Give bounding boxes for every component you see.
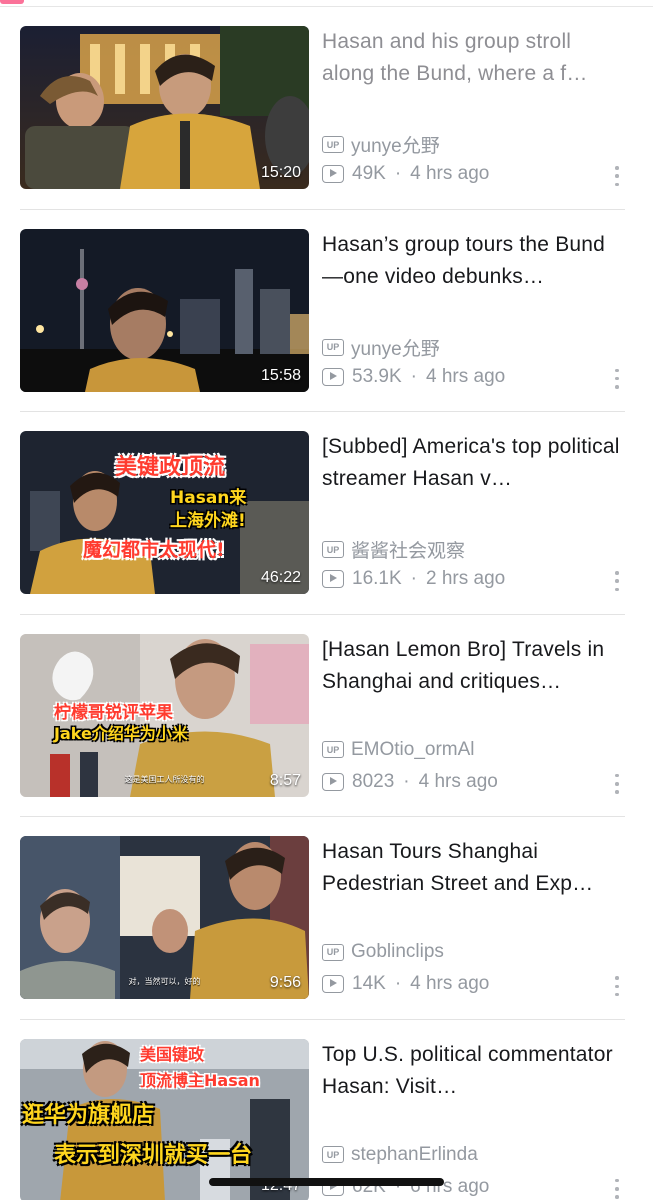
video-info[interactable]: Top U.S. political commentator Hasan: Vi… <box>322 1039 625 1200</box>
video-info[interactable]: [Subbed] America's top political streame… <box>322 431 625 594</box>
uploader-name: yunye允野 <box>351 338 440 360</box>
stats-row: 14K · 4 hrs ago <box>322 973 489 995</box>
video-thumbnail[interactable]: 柠檬哥锐评苹果 Jake介绍华为小米 这是美国工人所没有的 8:57 <box>20 633 309 797</box>
video-card[interactable]: 美键政顶流 Hasan来 上海外滩! 魔幻都市太现代! 46:22 [Subbe… <box>20 412 625 615</box>
uploader-row[interactable]: UP yunye允野 <box>322 131 440 158</box>
play-count-icon <box>322 975 344 994</box>
thumbnail-caption: 表示到深圳就买一台 <box>54 1142 253 1168</box>
uploader-row[interactable]: UP stephanErlinda <box>322 1144 478 1166</box>
video-duration: 8:57 <box>269 771 301 789</box>
view-count: 16.1K <box>352 568 402 590</box>
video-thumbnail[interactable]: 15:20 <box>20 26 309 189</box>
thumbnail-caption: 美国键政 <box>140 1044 205 1064</box>
thumbnail-caption: 逛华为旗舰店 <box>22 1102 155 1128</box>
view-count: 49K <box>352 163 386 184</box>
uploader-row[interactable]: UP yunye允野 <box>322 334 440 361</box>
video-title[interactable]: [Hasan Lemon Bro] Travels in Shanghai an… <box>322 634 625 698</box>
up-icon: UP <box>322 741 344 759</box>
video-duration: 15:20 <box>260 164 301 181</box>
video-thumbnail[interactable]: 对，当然可以，好的 9:56 <box>20 836 309 1000</box>
more-options-icon[interactable] <box>613 368 621 389</box>
separator-dot: · <box>410 365 417 387</box>
up-icon: UP <box>322 136 344 153</box>
uploader-name: Goblinclips <box>351 941 444 963</box>
uploader-row[interactable]: UP EMOtio_ormAl <box>322 739 475 761</box>
top-tab-strip <box>0 0 653 7</box>
video-duration: 15:58 <box>260 366 301 384</box>
video-thumbnail[interactable]: 15:58 <box>20 228 309 392</box>
video-thumbnail[interactable]: 美国键政 顶流博主Hasan 逛华为旗舰店 表示到深圳就买一台 12:47 <box>20 1038 309 1200</box>
more-options-icon[interactable] <box>613 976 621 997</box>
upload-time: 4 hrs ago <box>425 365 506 387</box>
stats-row: 16.1K · 2 hrs ago <box>322 568 505 590</box>
thumbnail-caption: 顶流博主Hasan <box>140 1070 260 1090</box>
upload-time: 4 hrs ago <box>410 973 490 995</box>
thumbnail-caption: 美键政顶流 <box>115 455 226 481</box>
video-title[interactable]: Top U.S. political commentator Hasan: Vi… <box>322 1039 625 1103</box>
video-card[interactable]: 美国键政 顶流博主Hasan 逛华为旗舰店 表示到深圳就买一台 12:47 To… <box>20 1020 625 1200</box>
thumbnail-subtitle: 这是美国工人所没有的 <box>124 774 205 784</box>
video-thumbnail[interactable]: 美键政顶流 Hasan来 上海外滩! 魔幻都市太现代! 46:22 <box>20 431 309 595</box>
upload-time: 4 hrs ago <box>410 163 490 184</box>
video-feed[interactable]: 15:20 Hasan and his group stroll along t… <box>0 7 653 1200</box>
separator-dot: · <box>410 568 417 590</box>
more-options-icon[interactable] <box>613 571 621 592</box>
uploader-name: stephanErlinda <box>351 1143 478 1165</box>
up-icon: UP <box>322 541 344 559</box>
video-info[interactable]: Hasan’s group tours the Bund—one video d… <box>322 229 625 392</box>
stats-row: 49K · 4 hrs ago <box>322 163 489 185</box>
upload-time: 2 hrs ago <box>425 568 506 590</box>
video-duration: 9:56 <box>269 974 301 992</box>
separator-dot: · <box>394 973 402 995</box>
video-title[interactable]: Hasan and his group stroll along the Bun… <box>322 26 625 90</box>
more-options-icon[interactable] <box>613 1178 621 1199</box>
up-icon: UP <box>322 943 344 961</box>
thumbnail-image <box>20 836 309 1000</box>
separator-dot: · <box>394 163 402 184</box>
stats-row: 8023 · 4 hrs ago <box>322 771 498 793</box>
active-tab-indicator <box>0 0 24 4</box>
view-count: 14K <box>352 973 386 995</box>
uploader-row[interactable]: UP 酱酱社会观察 <box>322 536 465 563</box>
thumbnail-caption: Hasan来 <box>170 488 247 509</box>
thumbnail-caption: 魔幻都市太现代! <box>83 539 225 562</box>
more-options-icon[interactable] <box>613 166 621 186</box>
uploader-name: yunye允野 <box>351 136 440 157</box>
video-info[interactable]: [Hasan Lemon Bro] Travels in Shanghai an… <box>322 634 625 797</box>
video-info[interactable]: Hasan and his group stroll along the Bun… <box>322 26 625 189</box>
thumbnail-subtitle: 对，当然可以，好的 <box>128 977 201 987</box>
separator-dot: · <box>403 770 410 792</box>
thumbnail-caption: Jake介绍华为小米 <box>54 723 188 743</box>
view-count: 8023 <box>352 770 395 792</box>
up-icon: UP <box>322 1146 344 1164</box>
uploader-name: EMOtio_ormAl <box>351 738 475 760</box>
video-card[interactable]: 15:58 Hasan’s group tours the Bund—one v… <box>20 210 625 413</box>
play-count-icon <box>322 165 344 183</box>
video-info[interactable]: Hasan Tours Shanghai Pedestrian Street a… <box>322 836 625 999</box>
upload-time: 4 hrs ago <box>418 770 498 792</box>
view-count: 53.9K <box>352 365 402 387</box>
up-icon: UP <box>322 338 344 356</box>
video-card[interactable]: 对，当然可以，好的 9:56 Hasan Tours Shanghai Pede… <box>20 817 625 1020</box>
play-count-icon <box>322 367 344 386</box>
video-title[interactable]: [Subbed] America's top political streame… <box>322 431 625 495</box>
video-duration: 46:22 <box>260 569 301 587</box>
uploader-name: 酱酱社会观察 <box>351 541 466 563</box>
more-options-icon[interactable] <box>613 773 621 794</box>
video-card[interactable]: 柠檬哥锐评苹果 Jake介绍华为小米 这是美国工人所没有的 8:57 [Hasa… <box>20 615 625 818</box>
uploader-row[interactable]: UP Goblinclips <box>322 941 444 963</box>
play-count-icon <box>322 570 344 589</box>
home-indicator[interactable] <box>209 1178 444 1186</box>
thumbnail-caption: 上海外滩! <box>170 511 246 532</box>
video-card[interactable]: 15:20 Hasan and his group stroll along t… <box>20 7 625 210</box>
stats-row: 53.9K · 4 hrs ago <box>322 366 505 388</box>
video-title[interactable]: Hasan’s group tours the Bund—one video d… <box>322 229 625 293</box>
play-count-icon <box>322 772 344 791</box>
video-title[interactable]: Hasan Tours Shanghai Pedestrian Street a… <box>322 836 625 900</box>
